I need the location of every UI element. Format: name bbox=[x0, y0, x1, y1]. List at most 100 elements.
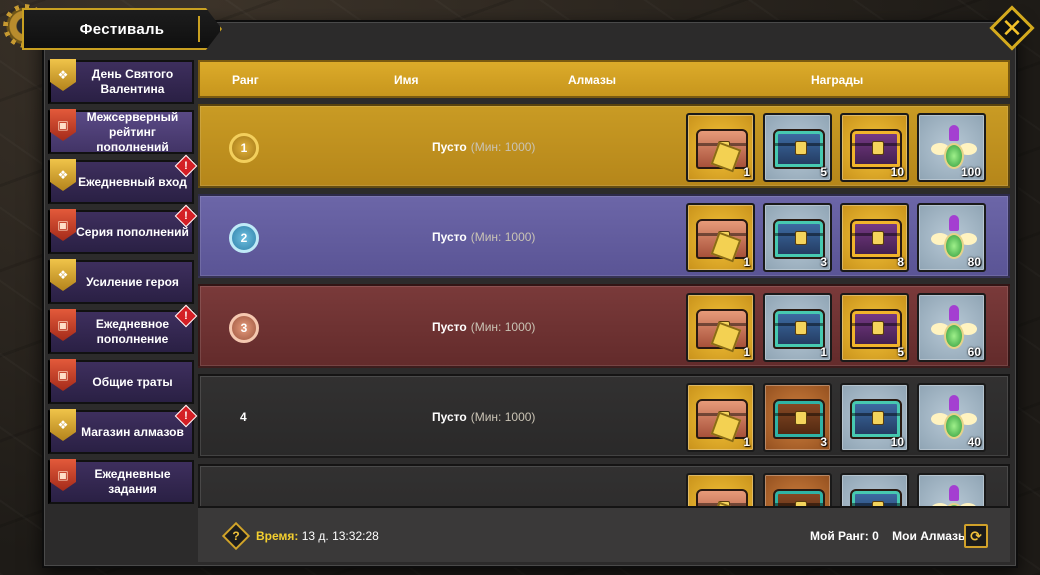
header-name: Имя bbox=[394, 73, 419, 87]
sidebar-item-label: Общие траты bbox=[92, 374, 173, 389]
header-rank: Ранг bbox=[232, 73, 259, 87]
name-value: Пусто bbox=[432, 320, 467, 334]
rewards-list: 1 5 10 100 bbox=[686, 113, 986, 182]
reward-qty: 3 bbox=[820, 255, 827, 269]
event-timer: Время: 13 д. 13:32:28 bbox=[256, 529, 379, 543]
sidebar-item-label: Межсерверный рейтинг пополнений bbox=[86, 109, 179, 154]
teal-chest-icon[interactable] bbox=[840, 473, 909, 506]
sidebar-item-valentine[interactable]: ❖ День Святого Валентина bbox=[48, 59, 194, 104]
winged-potion-icon[interactable] bbox=[917, 473, 986, 506]
player-name: Пусто (Мин: 1000) bbox=[432, 410, 535, 424]
brown-chest-icon[interactable]: 3 bbox=[763, 383, 832, 452]
sidebar-item-topup-series[interactable]: ▣ Серия пополнений ! bbox=[48, 204, 198, 254]
refresh-icon: ⟳ bbox=[970, 527, 982, 544]
reward-qty: 5 bbox=[897, 345, 904, 359]
name-value: Пусто bbox=[432, 140, 467, 154]
copper-chest-puzzle-icon[interactable]: 1 bbox=[686, 113, 755, 182]
rank-number: 3 bbox=[240, 321, 248, 335]
copper-chest-puzzle-icon[interactable] bbox=[686, 473, 755, 506]
sidebar-item-total-spending[interactable]: ▣ Общие траты bbox=[48, 359, 194, 404]
window-title-bar: Фестиваль bbox=[22, 8, 222, 50]
treasure-red-badge-icon: ▣ bbox=[50, 359, 76, 391]
festival-gold-badge-icon: ❖ bbox=[50, 159, 76, 191]
sidebar-item-label: Магазин алмазов bbox=[81, 424, 184, 439]
help-label: ? bbox=[232, 529, 240, 543]
reward-qty: 80 bbox=[967, 255, 981, 269]
copper-chest-puzzle-icon[interactable]: 1 bbox=[686, 203, 755, 272]
reward-qty: 1 bbox=[743, 165, 750, 179]
reward-qty: 1 bbox=[820, 345, 827, 359]
timer-value: 13 д. 13:32:28 bbox=[301, 529, 379, 543]
table-row: 2 Пусто (Мин: 1000) 1 3 8 80 bbox=[198, 194, 1010, 278]
table-row: 1 Пусто (Мин: 1000) 1 5 10 100 bbox=[198, 104, 1010, 188]
reward-qty: 40 bbox=[967, 435, 981, 449]
sidebar: ❖ День Святого Валентина ▣ Межсерверный … bbox=[48, 59, 198, 510]
festival-gold-badge-icon: ❖ bbox=[50, 409, 76, 441]
sidebar-item-label: Ежедневные задания bbox=[94, 467, 171, 496]
reward-qty: 10 bbox=[890, 165, 904, 179]
purple-gold-chest-icon[interactable]: 10 bbox=[840, 113, 909, 182]
sidebar-item-daily-login[interactable]: ❖ Ежедневный вход ! bbox=[48, 154, 198, 204]
header-diamonds: Алмазы bbox=[568, 73, 617, 87]
rewards-list: 1 3 8 80 bbox=[686, 203, 986, 272]
refresh-button[interactable]: ⟳ bbox=[964, 524, 988, 548]
winged-potion-icon[interactable]: 80 bbox=[917, 203, 986, 272]
winged-potion-icon[interactable]: 60 bbox=[917, 293, 986, 362]
title-divider bbox=[198, 16, 200, 42]
sidebar-item-label: Усиление героя bbox=[86, 274, 179, 289]
my-rank: Мой Ранг: 0 bbox=[810, 529, 879, 543]
ranking-table: Ранг Имя Алмазы Награды 1 Пусто (Мин: 100… bbox=[198, 60, 1010, 506]
treasure-red-badge-icon: ▣ bbox=[50, 209, 76, 241]
reward-qty: 3 bbox=[820, 435, 827, 449]
sidebar-item-crossserver-ranking[interactable]: ▣ Межсерверный рейтинг пополнений bbox=[48, 109, 194, 154]
sidebar-item-hero-boost[interactable]: ❖ Усиление героя bbox=[48, 259, 194, 304]
sidebar-item-diamond-shop[interactable]: ❖ Магазин алмазов ! bbox=[48, 404, 198, 454]
rank-medal-blue-icon: 2 bbox=[224, 220, 264, 256]
reward-qty: 60 bbox=[967, 345, 981, 359]
table-row: 3 Пусто (Мин: 1000) 1 1 5 60 bbox=[198, 284, 1010, 368]
my-stats: Мой Ранг: 0 Мои Алмазы: 0 bbox=[810, 529, 982, 543]
purple-gold-chest-icon[interactable]: 8 bbox=[840, 203, 909, 272]
table-row: 4 Пусто (Мин: 1000) 1 3 10 40 bbox=[198, 374, 1010, 458]
brown-chest-icon[interactable] bbox=[763, 473, 832, 506]
sidebar-item-daily-tasks[interactable]: ▣ Ежедневные задания bbox=[48, 459, 194, 504]
copper-chest-puzzle-icon[interactable]: 1 bbox=[686, 383, 755, 452]
rank-medal-gold-icon: 1 bbox=[224, 130, 264, 166]
reward-qty: 1 bbox=[743, 255, 750, 269]
footer-bar: ? Время: 13 д. 13:32:28 Мой Ранг: 0 Мои … bbox=[198, 506, 1010, 562]
reward-qty: 5 bbox=[820, 165, 827, 179]
help-icon[interactable]: ? bbox=[221, 521, 251, 551]
teal-chest-icon[interactable]: 3 bbox=[763, 203, 832, 272]
teal-chest-icon[interactable]: 10 bbox=[840, 383, 909, 452]
winged-potion-icon[interactable]: 100 bbox=[917, 113, 986, 182]
close-icon: ✕ bbox=[1001, 13, 1023, 43]
table-row bbox=[198, 464, 1010, 506]
teal-chest-icon[interactable]: 1 bbox=[763, 293, 832, 362]
sidebar-item-label: День Святого Валентина bbox=[91, 67, 174, 96]
rank-number: 2 bbox=[240, 231, 248, 245]
reward-qty: 8 bbox=[897, 255, 904, 269]
name-value: Пусто bbox=[432, 230, 467, 244]
reward-qty: 1 bbox=[743, 435, 750, 449]
min-requirement: (Мин: 1000) bbox=[470, 410, 536, 424]
sidebar-item-label: Ежедневный вход bbox=[78, 174, 187, 189]
rank-number: 1 bbox=[240, 141, 248, 155]
min-requirement: (Мин: 1000) bbox=[470, 320, 536, 334]
rank-medal-bronze-icon: 3 bbox=[224, 310, 264, 346]
teal-chest-icon[interactable]: 5 bbox=[763, 113, 832, 182]
reward-qty: 1 bbox=[743, 345, 750, 359]
window-title: Фестиваль bbox=[79, 20, 165, 38]
rewards-list: 1 1 5 60 bbox=[686, 293, 986, 362]
reward-qty: 10 bbox=[890, 435, 904, 449]
purple-gold-chest-icon[interactable]: 5 bbox=[840, 293, 909, 362]
timer-label: Время: bbox=[256, 529, 299, 543]
header-rewards: Награды bbox=[811, 73, 864, 87]
festival-gold-badge-icon: ❖ bbox=[50, 259, 76, 291]
min-requirement: (Мин: 1000) bbox=[470, 230, 536, 244]
copper-chest-puzzle-icon[interactable]: 1 bbox=[686, 293, 755, 362]
close-button[interactable]: ✕ bbox=[988, 5, 1036, 51]
sidebar-item-daily-topup[interactable]: ▣ Ежедневное пополнение ! bbox=[48, 304, 198, 354]
reward-qty: 100 bbox=[960, 165, 981, 179]
sidebar-item-label: Ежедневное пополнение bbox=[95, 317, 170, 346]
winged-potion-icon[interactable]: 40 bbox=[917, 383, 986, 452]
